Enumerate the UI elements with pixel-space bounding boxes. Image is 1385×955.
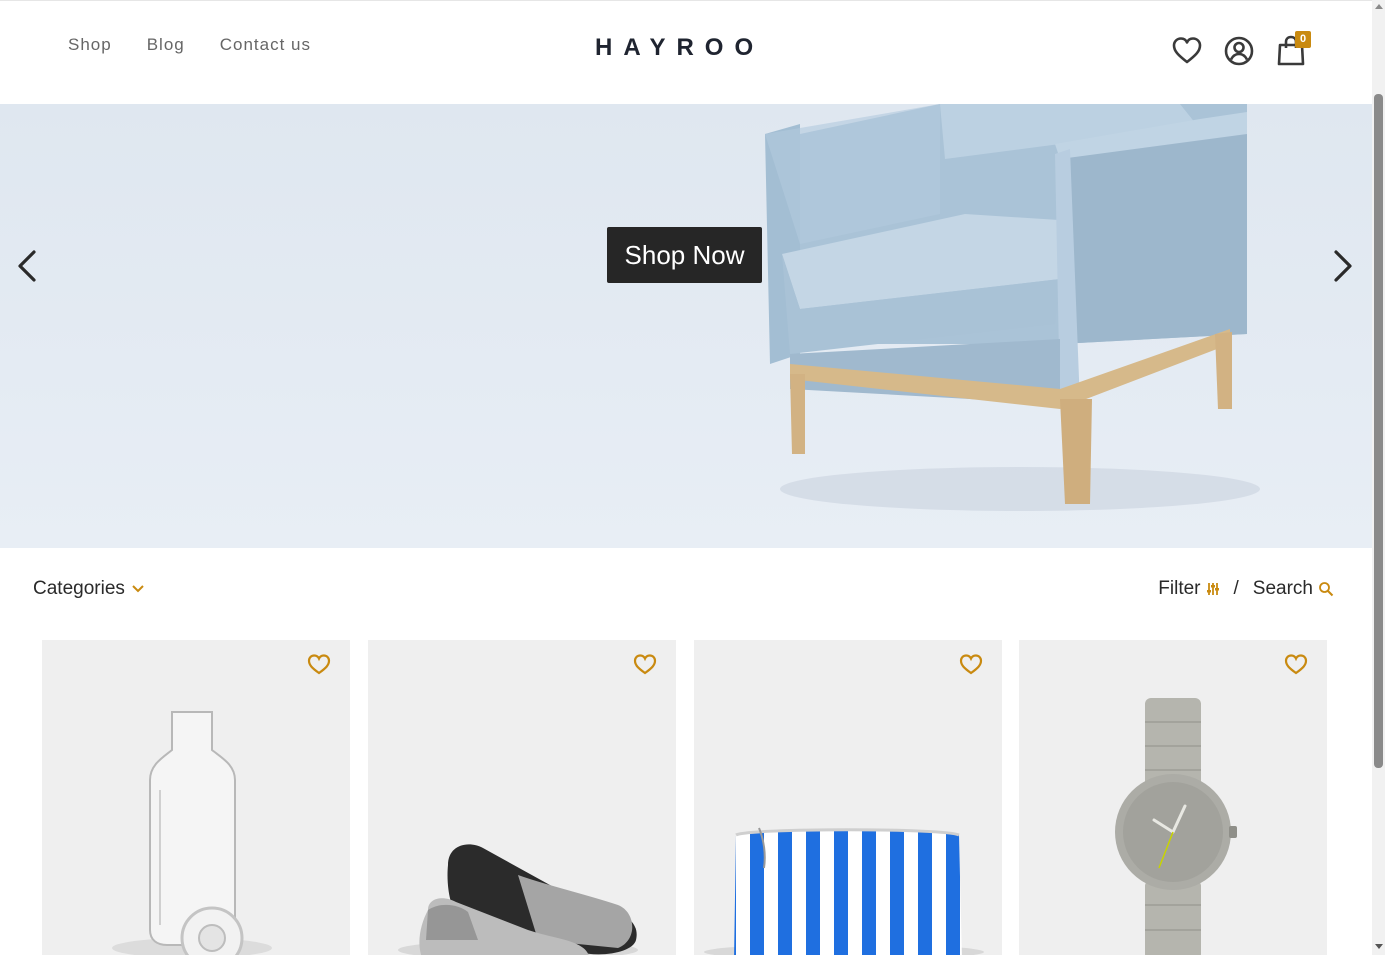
product-card[interactable]: [1019, 640, 1327, 955]
nav-blog[interactable]: Blog: [147, 35, 185, 55]
filter-button[interactable]: Filter: [1158, 578, 1219, 600]
scroll-up-arrow[interactable]: [1375, 4, 1383, 9]
search-icon: [1319, 582, 1334, 597]
chevron-right-icon: [1334, 250, 1352, 282]
user-icon: [1224, 36, 1254, 66]
heart-icon: [959, 654, 983, 675]
main-nav: Shop Blog Contact us: [68, 35, 311, 55]
toolbar-actions: Filter / Search: [1158, 578, 1334, 600]
product-image-striped-pouch: [704, 827, 984, 955]
site-logo[interactable]: HAYROO: [595, 34, 764, 62]
hero-next-button[interactable]: [1328, 246, 1358, 286]
chevron-down-icon: [132, 585, 144, 593]
product-image-slippers: [398, 844, 638, 955]
search-button[interactable]: Search: [1253, 578, 1334, 600]
shop-now-button[interactable]: Shop Now: [607, 227, 762, 283]
account-button[interactable]: [1222, 33, 1256, 67]
scroll-thumb[interactable]: [1374, 94, 1383, 768]
wishlist-toggle[interactable]: [958, 652, 984, 676]
cart-count-badge: 0: [1295, 31, 1311, 48]
filter-icon: [1206, 583, 1219, 595]
categories-dropdown[interactable]: Categories: [33, 578, 145, 600]
product-card[interactable]: [368, 640, 676, 955]
wishlist-toggle[interactable]: [306, 652, 332, 676]
wishlist-toggle[interactable]: [1283, 652, 1309, 676]
product-card[interactable]: [42, 640, 350, 955]
nav-contact[interactable]: Contact us: [220, 35, 311, 55]
product-grid: [42, 640, 1332, 955]
site-header: Shop Blog Contact us HAYROO 0: [0, 0, 1372, 104]
hero-slider: Shop Now: [0, 104, 1372, 548]
heart-icon: [1172, 37, 1202, 64]
wishlist-button[interactable]: [1170, 33, 1204, 67]
nav-shop[interactable]: Shop: [68, 35, 112, 55]
product-toolbar: Categories Filter / Search: [0, 570, 1372, 610]
hero-prev-button[interactable]: [12, 246, 42, 286]
heart-icon: [1284, 654, 1308, 675]
heart-icon: [633, 654, 657, 675]
product-card[interactable]: [694, 640, 1002, 955]
categories-label: Categories: [33, 578, 125, 599]
filter-label: Filter: [1158, 578, 1201, 599]
product-image-glass-bottle: [112, 711, 272, 955]
header-icons: 0: [1170, 31, 1311, 67]
chevron-left-icon: [18, 250, 36, 282]
toolbar-separator: /: [1233, 578, 1239, 599]
heart-icon: [307, 654, 331, 675]
search-label: Search: [1252, 578, 1313, 599]
cart-button[interactable]: 0: [1274, 31, 1311, 67]
page-scrollbar[interactable]: [1372, 0, 1385, 955]
armchair-image: [765, 104, 1260, 511]
product-image-wristwatch: [1115, 698, 1237, 955]
scroll-down-arrow[interactable]: [1375, 944, 1383, 949]
wishlist-toggle[interactable]: [632, 652, 658, 676]
